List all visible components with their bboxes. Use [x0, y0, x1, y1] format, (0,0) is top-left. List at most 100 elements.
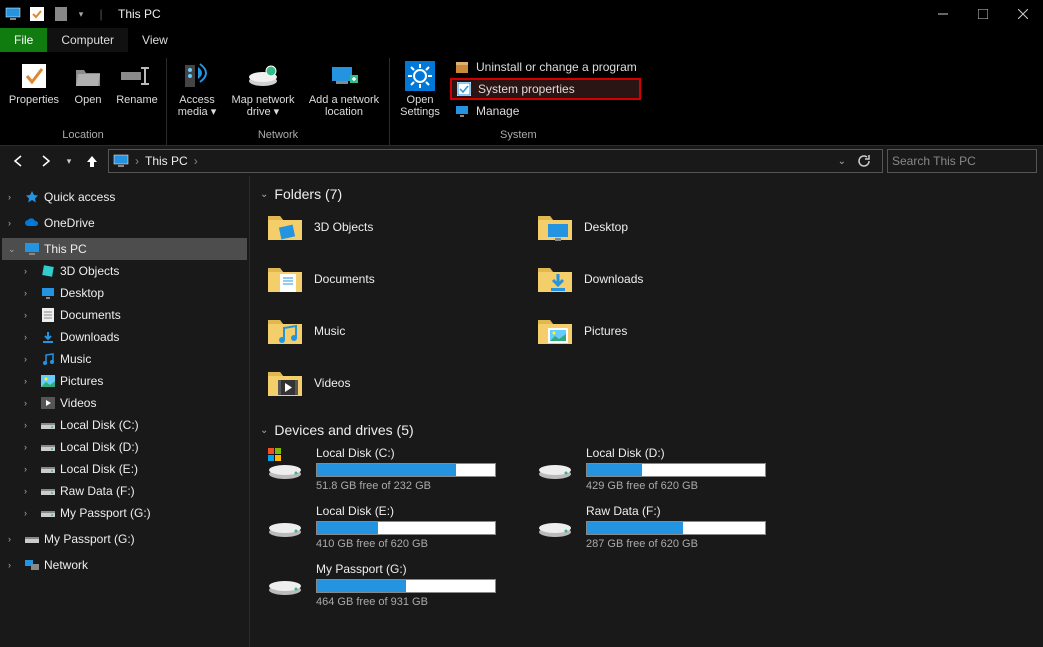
expand-icon[interactable]: › — [24, 442, 36, 452]
system-properties-button[interactable]: System properties — [450, 78, 641, 100]
expand-icon[interactable]: › — [24, 332, 36, 342]
expand-icon[interactable]: › — [24, 486, 36, 496]
refresh-button[interactable] — [856, 154, 878, 168]
close-button[interactable] — [1003, 0, 1043, 28]
tree-item-label: Downloads — [60, 330, 119, 344]
drive-item[interactable]: Raw Data (F:)287 GB free of 620 GB — [536, 504, 766, 550]
tree-item[interactable]: › Raw Data (F:) — [2, 480, 247, 502]
tree-item[interactable]: ›Music — [2, 348, 247, 370]
expand-icon[interactable]: › — [24, 420, 36, 430]
add-network-location-button[interactable]: Add a network location — [305, 58, 383, 127]
tree-item[interactable]: ›Desktop — [2, 282, 247, 304]
drive-item[interactable]: My Passport (G:)464 GB free of 931 GB — [266, 562, 496, 608]
navigation-tree[interactable]: › Quick access › OneDrive ⌄ This PC ›3D … — [0, 176, 250, 647]
open-button[interactable]: Open — [68, 58, 108, 127]
expand-icon[interactable]: › — [24, 376, 36, 386]
tree-thispc[interactable]: ⌄ This PC — [2, 238, 247, 260]
tree-item[interactable]: ›Local Disk (C:) — [2, 414, 247, 436]
folder-label: Documents — [314, 272, 375, 286]
folder-label: Downloads — [584, 272, 643, 286]
tree-item[interactable]: ›Documents — [2, 304, 247, 326]
drive-item[interactable]: Local Disk (E:)410 GB free of 620 GB — [266, 504, 496, 550]
folder-item[interactable]: Documents — [266, 262, 496, 296]
content-pane[interactable]: ⌄ Folders (7) 3D Objects Desktop Documents… — [250, 176, 1043, 647]
uninstall-button[interactable]: Uninstall or change a program — [450, 58, 641, 76]
cloud-icon — [24, 215, 40, 231]
tree-network[interactable]: › Network — [2, 554, 247, 576]
open-settings-button[interactable]: Open Settings — [396, 58, 444, 127]
properties-button[interactable]: Properties — [6, 58, 62, 127]
tree-item[interactable]: ›3D Objects — [2, 260, 247, 282]
window-title: This PC — [118, 7, 161, 21]
expand-icon[interactable]: › — [24, 464, 36, 474]
back-button[interactable] — [6, 149, 30, 173]
expand-icon[interactable]: › — [24, 288, 36, 298]
tree-quickaccess[interactable]: › Quick access — [2, 186, 247, 208]
expand-icon[interactable]: › — [24, 508, 36, 518]
folder-icon — [536, 314, 574, 348]
collapse-icon[interactable]: ⌄ — [260, 425, 268, 436]
tree-item[interactable]: ›My Passport (G:) — [2, 502, 247, 524]
item-icon — [40, 351, 56, 367]
item-icon — [40, 329, 56, 345]
folders-header[interactable]: ⌄ Folders (7) — [260, 186, 1033, 202]
tree-onedrive[interactable]: › OneDrive — [2, 212, 247, 234]
blank-doc-icon[interactable] — [52, 5, 70, 23]
drives-header[interactable]: ⌄ Devices and drives (5) — [260, 422, 1033, 438]
forward-button[interactable] — [34, 149, 58, 173]
drive-item[interactable]: Local Disk (C:)51.8 GB free of 232 GB — [266, 446, 496, 492]
drive-icon — [536, 446, 574, 480]
maximize-button[interactable] — [963, 0, 1003, 28]
minimize-button[interactable] — [923, 0, 963, 28]
folder-item[interactable]: Music — [266, 314, 496, 348]
tab-file[interactable]: File — [0, 28, 47, 52]
up-button[interactable] — [80, 149, 104, 173]
tree-item[interactable]: ›Local Disk (E:) — [2, 458, 247, 480]
gear-icon — [404, 60, 436, 92]
expand-icon[interactable]: › — [24, 398, 36, 408]
rename-button[interactable]: Rename — [114, 58, 160, 127]
tree-item[interactable]: ›Videos — [2, 392, 247, 414]
recent-button[interactable]: ▾ — [62, 149, 76, 173]
access-media-button[interactable]: Access media ▾ — [173, 58, 221, 127]
properties-icon[interactable] — [28, 5, 46, 23]
search-box[interactable] — [887, 149, 1037, 173]
dropdown-icon[interactable]: ⌄ — [838, 156, 846, 167]
expand-icon[interactable]: › — [8, 192, 20, 202]
drive-icon — [24, 531, 40, 547]
chevron-down-icon[interactable]: ▾ — [76, 5, 86, 23]
tab-computer[interactable]: Computer — [47, 28, 128, 52]
rename-icon — [121, 60, 153, 92]
folder-item[interactable]: Videos — [266, 366, 496, 400]
tab-view[interactable]: View — [128, 28, 182, 52]
chevron-right-icon[interactable]: › — [194, 154, 198, 168]
breadcrumb[interactable]: This PC — [145, 154, 188, 168]
map-drive-button[interactable]: Map network drive ▾ — [227, 58, 299, 127]
manage-button[interactable]: Manage — [450, 102, 641, 120]
drive-item[interactable]: Local Disk (D:)429 GB free of 620 GB — [536, 446, 766, 492]
tree-item[interactable]: › Downloads — [2, 326, 247, 348]
folder-item[interactable]: Desktop — [536, 210, 766, 244]
expand-icon[interactable]: › — [24, 354, 36, 364]
tree-item[interactable]: › Local Disk (D:) — [2, 436, 247, 458]
collapse-icon[interactable]: ⌄ — [260, 189, 268, 200]
expand-icon[interactable]: › — [8, 534, 20, 544]
group-location: Properties Open Rename Location — [0, 58, 167, 145]
tree-item-label: Local Disk (D:) — [60, 440, 139, 454]
expand-icon[interactable]: › — [8, 560, 20, 570]
folder-item[interactable]: Downloads — [536, 262, 766, 296]
folder-item[interactable]: 3D Objects — [266, 210, 496, 244]
search-input[interactable] — [892, 150, 1032, 172]
tree-passport-extra[interactable]: › My Passport (G:) — [2, 528, 247, 550]
expand-icon[interactable]: ⌄ — [8, 244, 20, 255]
address-bar[interactable]: › This PC › ⌄ — [108, 149, 883, 173]
expand-icon[interactable]: › — [24, 266, 36, 276]
tree-item[interactable]: ›Pictures — [2, 370, 247, 392]
expand-icon[interactable]: › — [24, 310, 36, 320]
expand-icon[interactable]: › — [8, 218, 20, 228]
tree-item-label: Raw Data (F:) — [60, 484, 135, 498]
drive-label: My Passport (G:) — [316, 562, 496, 576]
chevron-right-icon[interactable]: › — [135, 154, 139, 168]
folder-icon — [536, 262, 574, 296]
folder-item[interactable]: Pictures — [536, 314, 766, 348]
